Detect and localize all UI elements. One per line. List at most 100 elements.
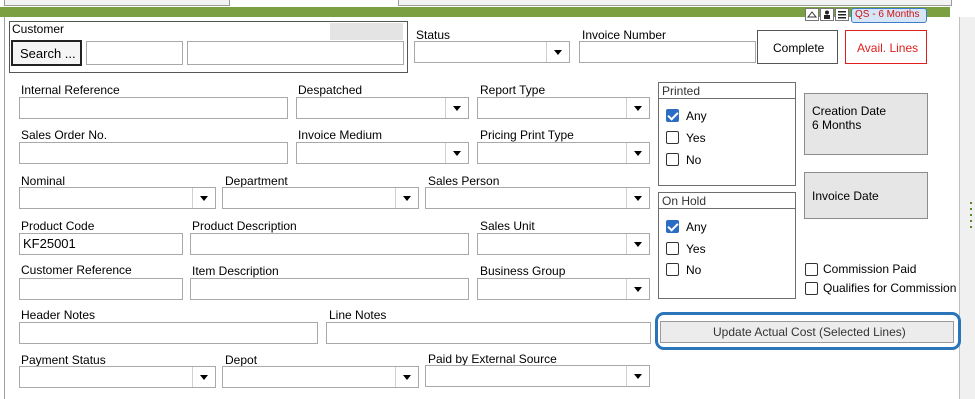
- update-actual-cost-button[interactable]: Update Actual Cost (Selected Lines): [660, 321, 954, 343]
- pricing-print-type-select[interactable]: [477, 142, 650, 164]
- line-notes-label: Line Notes: [329, 308, 387, 322]
- customer-header-shade: [330, 23, 403, 40]
- layout-icon[interactable]: [805, 8, 819, 21]
- sales-person-select[interactable]: [425, 187, 650, 209]
- chevron-down-icon[interactable]: [626, 279, 649, 299]
- invoice-medium-select[interactable]: [296, 142, 469, 164]
- grip-dot: [970, 208, 972, 210]
- status-label: Status: [416, 28, 451, 42]
- complete-label: Complete: [773, 41, 825, 55]
- department-select[interactable]: [222, 187, 419, 209]
- business-group-label: Business Group: [480, 264, 566, 278]
- invoice-date-button[interactable]: Invoice Date: [804, 172, 928, 219]
- payment-status-label: Payment Status: [21, 353, 106, 367]
- creation-date-button[interactable]: Creation Date 6 Months: [804, 93, 928, 155]
- printed-title: Printed: [658, 82, 796, 99]
- printed-no-label: No: [686, 153, 702, 167]
- on-hold-title: On Hold: [658, 192, 796, 209]
- status-select[interactable]: [414, 41, 570, 63]
- customer-code-field[interactable]: [86, 41, 183, 65]
- depot-label: Depot: [225, 353, 258, 367]
- qualifies-for-commission-label: Qualifies for Commission: [823, 281, 957, 295]
- grip-dot: [970, 202, 972, 204]
- item-description-field[interactable]: [190, 278, 469, 300]
- avail-lines-label: Avail. Lines: [857, 41, 919, 55]
- qs-6-months-button[interactable]: QS - 6 Months: [851, 8, 927, 23]
- printed-yes-label: Yes: [686, 131, 706, 145]
- internal-reference-field[interactable]: [19, 97, 288, 119]
- grip-dot: [970, 214, 972, 216]
- top-strip: [0, 0, 975, 7]
- chevron-down-icon[interactable]: [192, 188, 215, 208]
- printed-any-label: Any: [686, 109, 707, 123]
- list-icon[interactable]: [835, 8, 849, 21]
- chevron-down-icon[interactable]: [445, 143, 468, 163]
- chevron-down-icon[interactable]: [626, 98, 649, 118]
- customer-search-button[interactable]: Search ...: [11, 40, 82, 66]
- chevron-down-icon[interactable]: [626, 234, 649, 254]
- invoice-medium-label: Invoice Medium: [298, 128, 383, 142]
- printed-any-checkbox[interactable]: [666, 109, 679, 122]
- payment-status-select[interactable]: [19, 366, 216, 388]
- commission-paid-label: Commission Paid: [823, 262, 917, 276]
- customer-name-field[interactable]: [187, 41, 404, 65]
- business-group-select[interactable]: [477, 278, 650, 300]
- line-notes-field[interactable]: [326, 322, 651, 344]
- chevron-down-icon[interactable]: [626, 366, 649, 386]
- on-hold-any-label: Any: [686, 220, 707, 234]
- commission-paid-checkbox[interactable]: [805, 263, 818, 276]
- sales-order-no-field[interactable]: [19, 142, 288, 164]
- chevron-down-icon[interactable]: [626, 188, 649, 208]
- creation-date-label: Creation Date 6 Months: [812, 104, 887, 132]
- sales-unit-select[interactable]: [477, 233, 650, 255]
- on-hold-any-checkbox[interactable]: [666, 220, 679, 233]
- invoice-number-field[interactable]: [579, 41, 756, 63]
- paid-by-external-source-label: Paid by External Source: [428, 352, 557, 366]
- user-icon[interactable]: [820, 8, 834, 21]
- chevron-down-icon[interactable]: [626, 143, 649, 163]
- customer-label: Customer: [12, 22, 65, 36]
- sales-person-label: Sales Person: [428, 174, 500, 188]
- update-actual-cost-label: Update Actual Cost (Selected Lines): [713, 325, 906, 339]
- product-code-label: Product Code: [21, 219, 95, 233]
- chevron-down-icon[interactable]: [395, 367, 418, 387]
- chevron-down-icon[interactable]: [192, 367, 215, 387]
- product-description-label: Product Description: [192, 219, 297, 233]
- depot-select[interactable]: [222, 366, 419, 388]
- customer-reference-field[interactable]: [19, 278, 183, 300]
- grip-dot: [970, 220, 972, 222]
- complete-button[interactable]: Complete: [757, 30, 838, 64]
- on-hold-no-label: No: [686, 263, 702, 277]
- grip-dot: [970, 226, 972, 228]
- printed-no-checkbox[interactable]: [666, 153, 679, 166]
- nominal-select[interactable]: [19, 187, 216, 209]
- top-tab-right: [398, 0, 952, 6]
- report-type-select[interactable]: [477, 97, 650, 119]
- product-description-field[interactable]: [190, 233, 469, 255]
- header-notes-field[interactable]: [19, 322, 318, 344]
- avail-lines-button[interactable]: Avail. Lines: [845, 30, 927, 64]
- item-description-label: Item Description: [192, 264, 279, 278]
- department-label: Department: [225, 174, 288, 188]
- invoice-date-label: Invoice Date: [812, 189, 879, 203]
- side-splitter[interactable]: [959, 17, 975, 399]
- header-notes-label: Header Notes: [21, 308, 96, 322]
- on-hold-yes-label: Yes: [686, 242, 706, 256]
- report-type-label: Report Type: [480, 83, 546, 97]
- qualifies-for-commission-checkbox[interactable]: [805, 282, 818, 295]
- sales-order-no-label: Sales Order No.: [21, 128, 108, 142]
- chevron-down-icon[interactable]: [395, 188, 418, 208]
- top-tab-left: [4, 0, 230, 6]
- sales-unit-label: Sales Unit: [480, 219, 535, 233]
- on-hold-no-checkbox[interactable]: [666, 263, 679, 276]
- chevron-down-icon[interactable]: [445, 98, 468, 118]
- on-hold-title-text: On Hold: [662, 194, 707, 208]
- on-hold-yes-checkbox[interactable]: [666, 242, 679, 255]
- chevron-down-icon[interactable]: [546, 42, 569, 62]
- product-code-field[interactable]: KF25001: [19, 233, 183, 255]
- despatched-select[interactable]: [296, 97, 469, 119]
- customer-search-label: Search ...: [20, 46, 76, 61]
- printed-yes-checkbox[interactable]: [666, 131, 679, 144]
- internal-reference-label: Internal Reference: [21, 83, 120, 97]
- paid-by-external-source-select[interactable]: [425, 365, 650, 387]
